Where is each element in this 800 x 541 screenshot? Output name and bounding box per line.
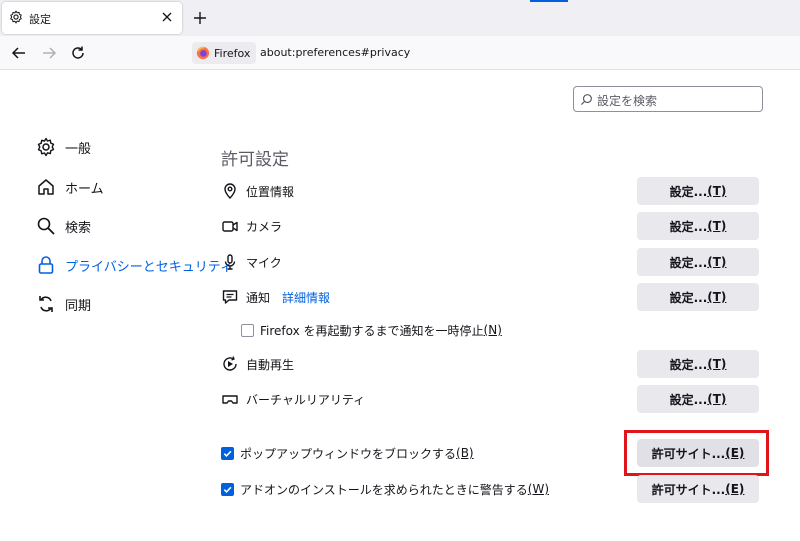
- permission-label: 通知: [246, 290, 271, 305]
- location-settings-button[interactable]: 設定... (T): [637, 177, 759, 205]
- highlight-box: [624, 430, 769, 476]
- tab-settings[interactable]: 設定: [2, 2, 182, 34]
- home-icon: [38, 179, 54, 195]
- sidebar-item-label: 同期: [65, 298, 92, 314]
- permission-row-notifications: 通知 詳細情報: [221, 286, 330, 308]
- pause-notifications-checkbox[interactable]: [241, 323, 254, 337]
- notification-icon: [222, 290, 238, 304]
- permission-row-camera: カメラ: [221, 215, 282, 237]
- search-icon: [37, 217, 55, 235]
- gear-icon: [37, 137, 55, 157]
- close-tab-icon[interactable]: [158, 8, 176, 26]
- sidebar-item-search[interactable]: 検索: [36, 214, 91, 238]
- camera-icon: [222, 221, 238, 232]
- sidebar-item-label: 検索: [65, 220, 92, 236]
- notifications-settings-button[interactable]: 設定... (T): [637, 283, 759, 311]
- pause-notifications-label: Firefox を再起動するまで通知を一時停止: [260, 323, 484, 338]
- sidebar-item-general[interactable]: 一般: [36, 135, 91, 159]
- permission-label: マイク: [246, 255, 282, 270]
- back-icon[interactable]: [10, 44, 28, 62]
- vr-settings-button[interactable]: 設定... (T): [637, 385, 759, 413]
- addon-warn-checkbox[interactable]: [221, 482, 234, 496]
- addon-exceptions-button[interactable]: 許可サイト... (E): [637, 475, 759, 503]
- navigation-bar: Firefox about:preferences#privacy: [0, 36, 800, 70]
- permission-label: バーチャルリアリティ: [246, 392, 366, 407]
- microphone-icon: [224, 254, 236, 270]
- addon-warn-label: アドオンのインストールを求められたときに警告する: [240, 482, 528, 497]
- learn-more-link[interactable]: 詳細情報: [282, 289, 330, 306]
- tab-indicator: [530, 0, 568, 2]
- sidebar-item-home[interactable]: ホーム: [36, 175, 104, 199]
- tab-strip: 設定: [0, 0, 800, 36]
- permission-label: カメラ: [246, 219, 283, 234]
- block-popups-checkbox[interactable]: [221, 446, 234, 460]
- search-placeholder: 設定を検索: [597, 94, 658, 108]
- lock-icon: [38, 256, 54, 274]
- firefox-icon: [196, 46, 210, 60]
- sync-icon: [39, 296, 53, 312]
- identity-label: Firefox: [214, 46, 251, 60]
- checkmark-icon: [223, 450, 232, 457]
- permission-label: 位置情報: [246, 184, 295, 199]
- permission-row-location: 位置情報: [221, 180, 294, 202]
- forward-icon[interactable]: [40, 44, 58, 62]
- url-text[interactable]: about:preferences#privacy: [260, 46, 410, 59]
- url-bar[interactable]: Firefox about:preferences#privacy: [190, 40, 800, 66]
- permission-row-autoplay: 自動再生: [221, 353, 294, 375]
- vr-icon: [222, 395, 238, 404]
- sidebar-item-sync[interactable]: 同期: [36, 292, 91, 316]
- permission-row-vr: バーチャルリアリティ: [221, 388, 365, 410]
- tab-title: 設定: [29, 13, 51, 26]
- checkmark-icon: [223, 486, 232, 493]
- permission-row-microphone: マイク: [221, 251, 282, 273]
- camera-settings-button[interactable]: 設定... (T): [637, 212, 759, 240]
- search-icon: [580, 94, 592, 106]
- block-popups-label: ポップアップウィンドウをブロックする: [240, 446, 457, 461]
- sidebar-item-label: ホーム: [65, 181, 104, 197]
- autoplay-icon: [223, 356, 237, 371]
- gear-icon: [10, 10, 22, 24]
- pause-notifications-row[interactable]: Firefox を再起動するまで通知を一時停止 (N): [241, 319, 502, 341]
- block-popups-row[interactable]: ポップアップウィンドウをブロックする (B): [221, 442, 474, 464]
- addon-warn-row[interactable]: アドオンのインストールを求められたときに警告する (W): [221, 478, 549, 500]
- settings-search-input[interactable]: 設定を検索: [573, 86, 763, 112]
- new-tab-icon[interactable]: [190, 8, 210, 28]
- permissions-title: 許可設定: [221, 150, 289, 170]
- location-icon: [224, 183, 236, 199]
- permission-label: 自動再生: [246, 357, 295, 372]
- microphone-settings-button[interactable]: 設定... (T): [637, 248, 759, 276]
- sidebar-item-label: プライバシーとセキュリティ: [65, 259, 233, 275]
- reload-icon[interactable]: [69, 44, 87, 62]
- sidebar-item-privacy[interactable]: プライバシーとセキュリティ: [36, 253, 233, 277]
- identity-box[interactable]: Firefox: [192, 42, 257, 64]
- sidebar-item-label: 一般: [65, 141, 92, 157]
- autoplay-settings-button[interactable]: 設定... (T): [637, 350, 759, 378]
